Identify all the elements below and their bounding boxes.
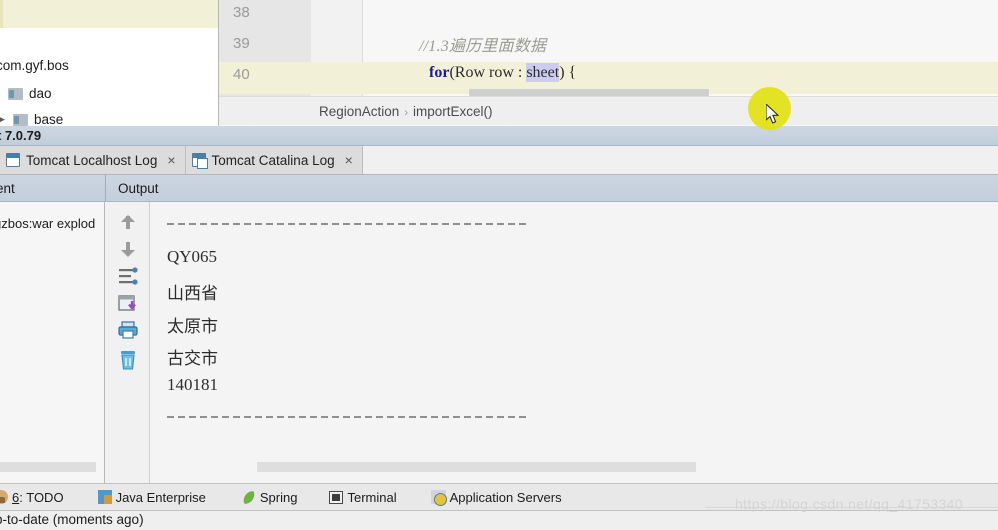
clear-all-icon[interactable]	[117, 349, 139, 371]
log-tab-strip[interactable]: Tomcat Localhost Log × Tomcat Catalina L…	[0, 146, 998, 175]
tree-item-base[interactable]: ▶ base	[0, 112, 63, 126]
line-number-gutter: 38 39 40	[219, 0, 311, 96]
line-number-39: 39	[233, 35, 250, 52]
tool-button-todo-label: TODO	[26, 489, 64, 505]
tree-item-base-label: base	[34, 112, 64, 126]
output-column-header: Output	[106, 175, 998, 201]
tree-selected-row[interactable]	[0, 0, 218, 28]
output-column-header-label: Output	[118, 180, 159, 196]
tool-button-java-enterprise-label: Java Enterprise	[115, 489, 206, 505]
ide-window: com.gyf.bos dao ▶ base 38 39 40	[0, 0, 998, 530]
server-version-label: t 7.0.79	[0, 128, 42, 143]
code-folding-column[interactable]	[311, 0, 363, 96]
console-output-area[interactable]: QY065 山西省 太原市 古交市 140181	[151, 202, 998, 483]
todo-icon	[0, 490, 8, 504]
deployment-column-header-label: ent	[0, 180, 15, 196]
close-icon[interactable]: ×	[167, 152, 175, 168]
tool-button-application-servers[interactable]: Application Servers	[430, 489, 562, 506]
output-horizontal-scrollbar[interactable]	[257, 462, 696, 472]
application-servers-icon	[430, 490, 447, 506]
editor-zone: com.gyf.bos dao ▶ base 38 39 40	[0, 0, 998, 126]
for-params-suffix: ) {	[559, 64, 577, 81]
tab-strip-filler	[362, 146, 998, 174]
scroll-down-icon[interactable]	[117, 238, 139, 260]
tool-button-terminal[interactable]: Terminal	[329, 489, 397, 505]
output-line-city: 太原市	[167, 317, 218, 336]
chevron-right-icon[interactable]: ▶	[0, 114, 10, 125]
output-separator-top	[167, 223, 529, 225]
status-bar: p-to-date (moments ago)	[0, 511, 998, 530]
tool-button-java-enterprise[interactable]: Java Enterprise	[97, 489, 206, 505]
deployment-horizontal-scrollbar[interactable]	[0, 462, 96, 472]
for-params-prefix: (Row row :	[449, 64, 527, 81]
line-number-40: 40	[233, 66, 250, 83]
tab-tomcat-localhost-log[interactable]: Tomcat Localhost Log ×	[0, 146, 186, 174]
close-icon[interactable]: ×	[345, 152, 353, 168]
code-line-for-statement: for(Row row : sheet) {	[429, 63, 577, 82]
spring-icon	[242, 490, 256, 504]
tree-selection-edge	[0, 0, 3, 28]
keyword-for: for	[429, 64, 450, 81]
code-line-comment: //1.3遍历里面数据	[419, 38, 547, 55]
print-icon[interactable]	[117, 319, 139, 341]
log-tab-icon	[191, 153, 208, 169]
terminal-icon	[329, 490, 344, 504]
breadcrumb[interactable]: RegionAction › importExcel()	[319, 104, 493, 119]
folder-icon	[8, 87, 23, 100]
output-line-district: 古交市	[167, 349, 218, 368]
tool-button-todo[interactable]: 6: TODO	[0, 490, 64, 505]
scroll-to-end-icon[interactable]	[117, 292, 139, 314]
tree-item-package[interactable]: com.gyf.bos	[0, 58, 69, 73]
project-tree-panel[interactable]: com.gyf.bos dao ▶ base	[0, 0, 219, 126]
console-body: gzbos:war explod QY065 山西省 太原市 古交市 14018…	[0, 202, 998, 483]
editor-horizontal-scrollbar[interactable]	[469, 89, 709, 96]
tool-button-application-servers-label: Application Servers	[449, 489, 562, 505]
tab-tomcat-catalina-log-label: Tomcat Catalina Log	[211, 152, 335, 168]
selected-token-sheet[interactable]: sheet	[526, 63, 560, 82]
output-separator-bottom	[167, 416, 529, 418]
breadcrumb-method[interactable]: importExcel()	[413, 104, 493, 119]
breadcrumb-separator-icon: ›	[404, 106, 408, 119]
mouse-cursor-icon	[766, 104, 780, 124]
output-line-postcode: 140181	[167, 375, 218, 394]
deployment-column-header: ent	[0, 175, 105, 201]
deployment-item[interactable]: gzbos:war explod	[0, 216, 95, 231]
tool-button-terminal-label: Terminal	[347, 489, 397, 505]
tab-tomcat-localhost-log-label: Tomcat Localhost Log	[26, 152, 158, 168]
server-version-bar: t 7.0.79	[0, 126, 998, 146]
code-text-area[interactable]: //1.3遍历里面数据 for(Row row : sheet) {	[363, 0, 998, 96]
tool-button-spring[interactable]: Spring	[242, 490, 298, 505]
line-number-38: 38	[233, 4, 250, 21]
tree-item-dao[interactable]: dao	[8, 86, 52, 101]
tree-item-dao-label: dao	[29, 86, 52, 101]
deployment-panel[interactable]: gzbos:war explod	[0, 202, 105, 483]
folding-line-highlight	[311, 62, 363, 94]
soft-wrap-icon[interactable]	[117, 265, 139, 287]
log-tab-icon	[6, 153, 20, 167]
tool-button-spring-label: Spring	[259, 489, 298, 505]
output-line-province: 山西省	[167, 284, 218, 303]
console-header-bar: ent Output	[0, 175, 998, 202]
folder-icon	[13, 113, 28, 126]
java-enterprise-icon	[97, 490, 112, 504]
tree-package-label: com.gyf.bos	[0, 58, 69, 73]
console-toolbar[interactable]	[106, 202, 150, 483]
scroll-up-icon[interactable]	[117, 212, 139, 234]
tab-tomcat-catalina-log[interactable]: Tomcat Catalina Log ×	[185, 146, 363, 174]
breadcrumb-class[interactable]: RegionAction	[319, 104, 399, 119]
status-bar-text: p-to-date (moments ago)	[0, 512, 144, 527]
breadcrumb-bar: RegionAction › importExcel()	[219, 96, 998, 125]
output-line-code: QY065	[167, 247, 218, 266]
watermark: https://blog.csdn.net/qq_41753340	[735, 496, 964, 512]
